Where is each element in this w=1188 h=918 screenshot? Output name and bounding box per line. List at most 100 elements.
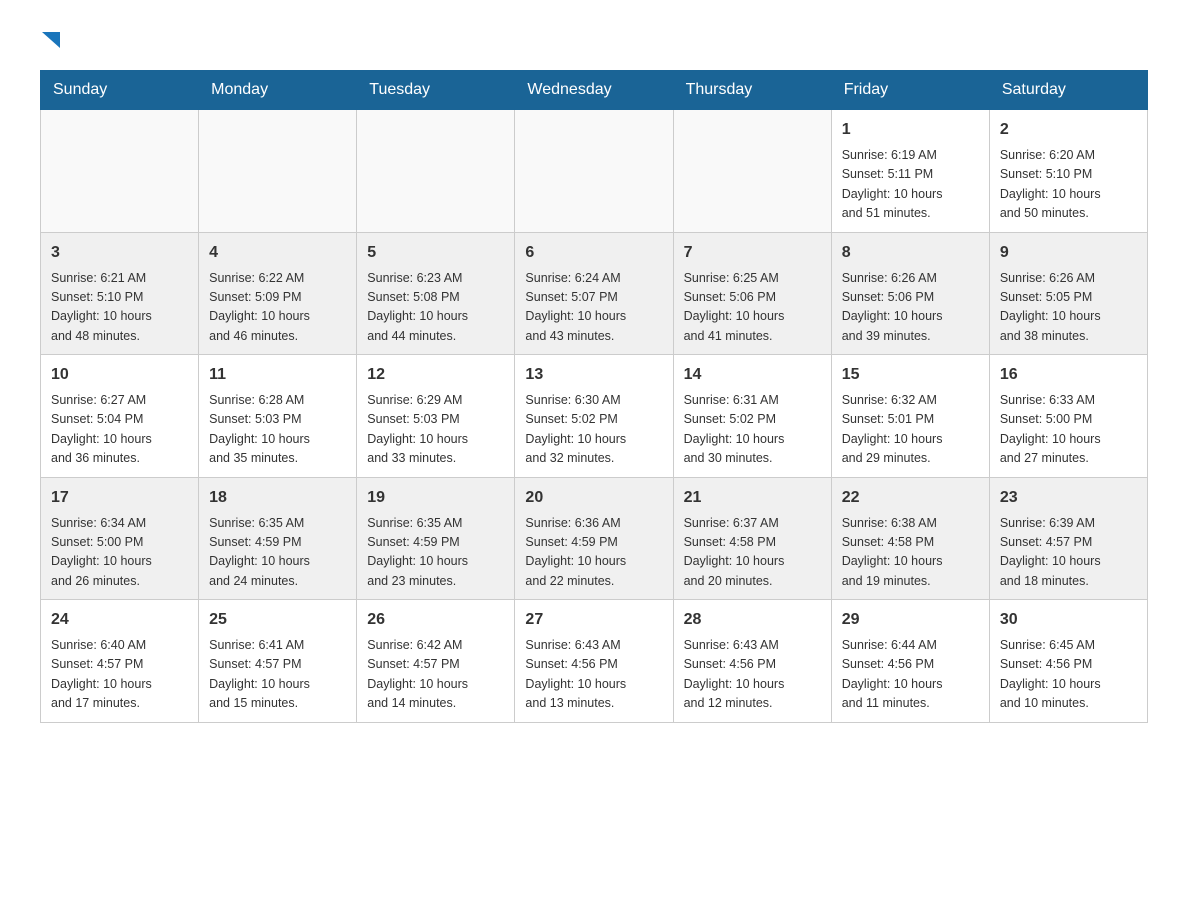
day-info: Sunrise: 6:31 AM Sunset: 5:02 PM Dayligh… <box>684 391 821 469</box>
day-info: Sunrise: 6:28 AM Sunset: 5:03 PM Dayligh… <box>209 391 346 469</box>
day-info: Sunrise: 6:43 AM Sunset: 4:56 PM Dayligh… <box>684 636 821 714</box>
calendar-cell: 5 Sunrise: 6:23 AM Sunset: 5:08 PM Daylig… <box>357 232 515 355</box>
day-number: 8 <box>842 241 979 265</box>
page-header <box>40 30 1148 50</box>
day-number: 13 <box>525 363 662 387</box>
day-number: 19 <box>367 486 504 510</box>
day-header-wednesday: Wednesday <box>515 71 673 110</box>
calendar-week-row: 3 Sunrise: 6:21 AM Sunset: 5:10 PM Daylig… <box>41 232 1148 355</box>
calendar-cell <box>515 110 673 233</box>
calendar-cell: 14Sunrise: 6:31 AM Sunset: 5:02 PM Dayli… <box>673 355 831 478</box>
calendar-cell: 4 Sunrise: 6:22 AM Sunset: 5:09 PM Daylig… <box>199 232 357 355</box>
calendar-table: SundayMondayTuesdayWednesdayThursdayFrid… <box>40 70 1148 723</box>
day-info: Sunrise: 6:23 AM Sunset: 5:08 PM Dayligh… <box>367 269 504 347</box>
calendar-cell <box>673 110 831 233</box>
day-number: 25 <box>209 608 346 632</box>
day-header-thursday: Thursday <box>673 71 831 110</box>
day-number: 15 <box>842 363 979 387</box>
calendar-cell: 30 Sunrise: 6:45 AM Sunset: 4:56 PM Dayli… <box>989 600 1147 723</box>
day-info: Sunrise: 6:33 AM Sunset: 5:00 PM Dayligh… <box>1000 391 1137 469</box>
day-header-tuesday: Tuesday <box>357 71 515 110</box>
calendar-cell: 7Sunrise: 6:25 AM Sunset: 5:06 PM Daylig… <box>673 232 831 355</box>
calendar-body: 1Sunrise: 6:19 AM Sunset: 5:11 PM Daylig… <box>41 110 1148 723</box>
day-number: 17 <box>51 486 188 510</box>
calendar-cell: 6 Sunrise: 6:24 AM Sunset: 5:07 PM Daylig… <box>515 232 673 355</box>
calendar-cell: 23 Sunrise: 6:39 AM Sunset: 4:57 PM Dayli… <box>989 477 1147 600</box>
day-info: Sunrise: 6:35 AM Sunset: 4:59 PM Dayligh… <box>367 514 504 592</box>
day-number: 10 <box>51 363 188 387</box>
calendar-cell: 16 Sunrise: 6:33 AM Sunset: 5:00 PM Dayli… <box>989 355 1147 478</box>
calendar-cell: 27Sunrise: 6:43 AM Sunset: 4:56 PM Dayli… <box>515 600 673 723</box>
calendar-week-row: 17 Sunrise: 6:34 AM Sunset: 5:00 PM Dayli… <box>41 477 1148 600</box>
day-info: Sunrise: 6:36 AM Sunset: 4:59 PM Dayligh… <box>525 514 662 592</box>
calendar-cell: 29 Sunrise: 6:44 AM Sunset: 4:56 PM Dayli… <box>831 600 989 723</box>
day-number: 24 <box>51 608 188 632</box>
day-info: Sunrise: 6:34 AM Sunset: 5:00 PM Dayligh… <box>51 514 188 592</box>
calendar-cell: 1Sunrise: 6:19 AM Sunset: 5:11 PM Daylig… <box>831 110 989 233</box>
day-number: 9 <box>1000 241 1137 265</box>
calendar-cell <box>357 110 515 233</box>
calendar-cell: 19 Sunrise: 6:35 AM Sunset: 4:59 PM Dayli… <box>357 477 515 600</box>
day-number: 2 <box>1000 118 1137 142</box>
calendar-cell: 10 Sunrise: 6:27 AM Sunset: 5:04 PM Dayli… <box>41 355 199 478</box>
calendar-cell: 26Sunrise: 6:42 AM Sunset: 4:57 PM Dayli… <box>357 600 515 723</box>
calendar-cell: 11 Sunrise: 6:28 AM Sunset: 5:03 PM Dayli… <box>199 355 357 478</box>
calendar-cell: 25 Sunrise: 6:41 AM Sunset: 4:57 PM Dayli… <box>199 600 357 723</box>
day-number: 29 <box>842 608 979 632</box>
calendar-cell: 15 Sunrise: 6:32 AM Sunset: 5:01 PM Dayli… <box>831 355 989 478</box>
day-header-saturday: Saturday <box>989 71 1147 110</box>
calendar-cell <box>41 110 199 233</box>
logo <box>40 30 62 50</box>
calendar-cell: 18Sunrise: 6:35 AM Sunset: 4:59 PM Dayli… <box>199 477 357 600</box>
calendar-cell: 24 Sunrise: 6:40 AM Sunset: 4:57 PM Dayli… <box>41 600 199 723</box>
day-number: 6 <box>525 241 662 265</box>
calendar-week-row: 1Sunrise: 6:19 AM Sunset: 5:11 PM Daylig… <box>41 110 1148 233</box>
day-info: Sunrise: 6:44 AM Sunset: 4:56 PM Dayligh… <box>842 636 979 714</box>
day-number: 1 <box>842 118 979 142</box>
day-number: 27 <box>525 608 662 632</box>
day-info: Sunrise: 6:41 AM Sunset: 4:57 PM Dayligh… <box>209 636 346 714</box>
calendar-cell <box>199 110 357 233</box>
day-header-monday: Monday <box>199 71 357 110</box>
calendar-header: SundayMondayTuesdayWednesdayThursdayFrid… <box>41 71 1148 110</box>
day-number: 23 <box>1000 486 1137 510</box>
day-number: 3 <box>51 241 188 265</box>
day-info: Sunrise: 6:20 AM Sunset: 5:10 PM Dayligh… <box>1000 146 1137 224</box>
day-number: 18 <box>209 486 346 510</box>
day-info: Sunrise: 6:21 AM Sunset: 5:10 PM Dayligh… <box>51 269 188 347</box>
day-number: 12 <box>367 363 504 387</box>
calendar-cell: 21 Sunrise: 6:37 AM Sunset: 4:58 PM Dayli… <box>673 477 831 600</box>
calendar-cell: 12 Sunrise: 6:29 AM Sunset: 5:03 PM Dayli… <box>357 355 515 478</box>
day-info: Sunrise: 6:27 AM Sunset: 5:04 PM Dayligh… <box>51 391 188 469</box>
day-headers-row: SundayMondayTuesdayWednesdayThursdayFrid… <box>41 71 1148 110</box>
day-number: 21 <box>684 486 821 510</box>
day-info: Sunrise: 6:45 AM Sunset: 4:56 PM Dayligh… <box>1000 636 1137 714</box>
day-number: 22 <box>842 486 979 510</box>
calendar-cell: 20Sunrise: 6:36 AM Sunset: 4:59 PM Dayli… <box>515 477 673 600</box>
day-number: 5 <box>367 241 504 265</box>
day-info: Sunrise: 6:29 AM Sunset: 5:03 PM Dayligh… <box>367 391 504 469</box>
day-info: Sunrise: 6:37 AM Sunset: 4:58 PM Dayligh… <box>684 514 821 592</box>
day-info: Sunrise: 6:40 AM Sunset: 4:57 PM Dayligh… <box>51 636 188 714</box>
day-info: Sunrise: 6:24 AM Sunset: 5:07 PM Dayligh… <box>525 269 662 347</box>
day-number: 11 <box>209 363 346 387</box>
calendar-cell: 17 Sunrise: 6:34 AM Sunset: 5:00 PM Dayli… <box>41 477 199 600</box>
calendar-week-row: 10 Sunrise: 6:27 AM Sunset: 5:04 PM Dayli… <box>41 355 1148 478</box>
calendar-cell: 9 Sunrise: 6:26 AM Sunset: 5:05 PM Daylig… <box>989 232 1147 355</box>
day-info: Sunrise: 6:22 AM Sunset: 5:09 PM Dayligh… <box>209 269 346 347</box>
day-info: Sunrise: 6:38 AM Sunset: 4:58 PM Dayligh… <box>842 514 979 592</box>
day-info: Sunrise: 6:26 AM Sunset: 5:05 PM Dayligh… <box>1000 269 1137 347</box>
day-number: 4 <box>209 241 346 265</box>
calendar-cell: 22 Sunrise: 6:38 AM Sunset: 4:58 PM Dayli… <box>831 477 989 600</box>
logo-triangle-icon <box>42 28 62 50</box>
day-number: 26 <box>367 608 504 632</box>
day-info: Sunrise: 6:25 AM Sunset: 5:06 PM Dayligh… <box>684 269 821 347</box>
day-number: 16 <box>1000 363 1137 387</box>
calendar-cell: 3 Sunrise: 6:21 AM Sunset: 5:10 PM Daylig… <box>41 232 199 355</box>
calendar-cell: 2 Sunrise: 6:20 AM Sunset: 5:10 PM Daylig… <box>989 110 1147 233</box>
day-number: 30 <box>1000 608 1137 632</box>
day-info: Sunrise: 6:32 AM Sunset: 5:01 PM Dayligh… <box>842 391 979 469</box>
calendar-cell: 28Sunrise: 6:43 AM Sunset: 4:56 PM Dayli… <box>673 600 831 723</box>
calendar-cell: 13Sunrise: 6:30 AM Sunset: 5:02 PM Dayli… <box>515 355 673 478</box>
day-info: Sunrise: 6:39 AM Sunset: 4:57 PM Dayligh… <box>1000 514 1137 592</box>
